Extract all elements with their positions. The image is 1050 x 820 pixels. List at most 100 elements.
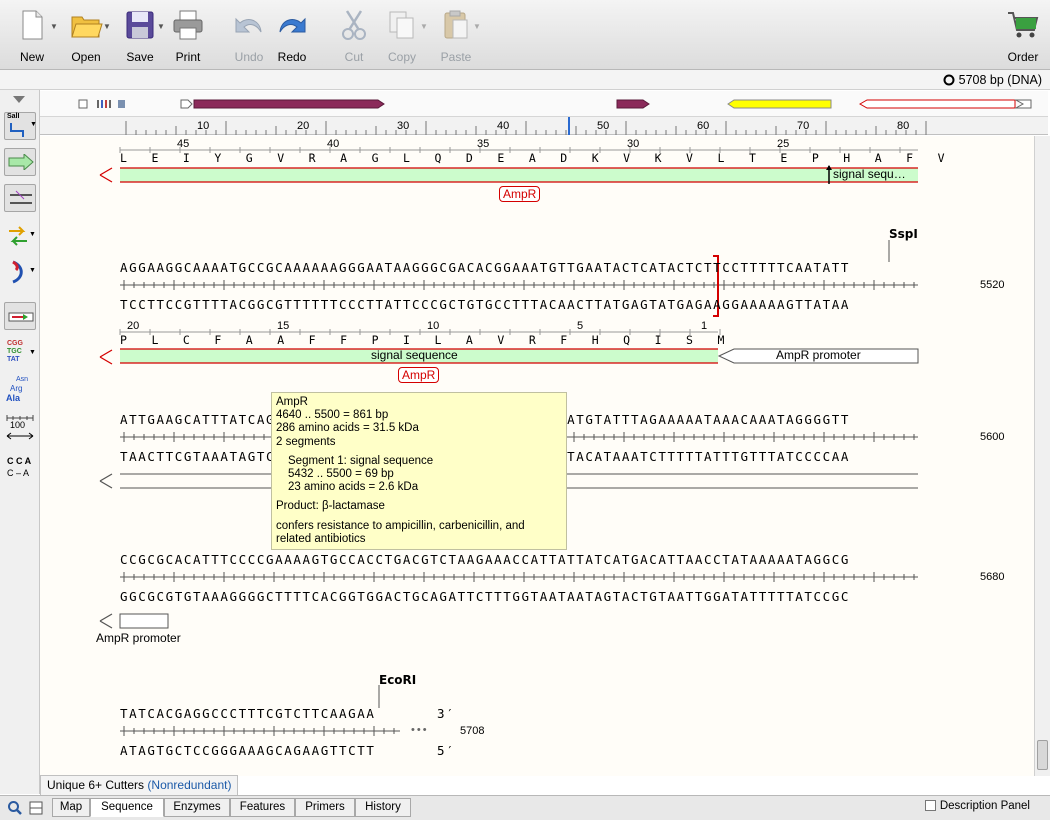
vertical-scrollbar[interactable] xyxy=(1034,136,1050,776)
ruler-label: 20 xyxy=(297,120,310,132)
arc-icon xyxy=(12,260,23,284)
aa-position-number: 5 xyxy=(577,320,584,332)
tab-sequence[interactable]: Sequence xyxy=(90,798,164,817)
ruler-tool[interactable]: 100 xyxy=(4,414,36,442)
promoter-arrowhead-3 xyxy=(99,473,113,489)
open-dropdown-icon[interactable]: ▼ xyxy=(103,22,111,31)
ampr-promoter-label-2[interactable]: AmpR promoter xyxy=(776,348,861,362)
copy-pages-icon xyxy=(389,11,414,39)
ruler-label: 50 xyxy=(597,120,610,132)
sequence-length: 5708 bp (DNA) xyxy=(943,73,1042,87)
overview-enzymes-icon xyxy=(97,100,125,108)
new-button[interactable]: New xyxy=(7,8,57,64)
tab-history[interactable]: History xyxy=(355,798,411,817)
ruler-label: 60 xyxy=(697,120,710,132)
sspi-enzyme-label[interactable]: SspI xyxy=(889,227,918,241)
features-toggle[interactable] xyxy=(4,148,36,176)
copy-button[interactable]: Copy xyxy=(377,8,427,64)
save-disk-icon xyxy=(126,11,154,39)
tab-enzymes[interactable]: Enzymes xyxy=(164,798,230,817)
ampr-tag-2[interactable]: AmpR xyxy=(398,367,440,383)
primer-icon xyxy=(8,312,34,322)
new-document-icon xyxy=(22,10,43,40)
position-number-row-2: 5520 xyxy=(980,279,1005,291)
order-button[interactable]: Order xyxy=(998,8,1048,64)
snapgene-window: New ▼ Open ▼ Save ▼ Print Undo Redo Cut … xyxy=(0,0,1050,820)
description-panel-toggle[interactable]: Description Panel xyxy=(924,800,1030,812)
primers-toggle[interactable] xyxy=(4,302,36,330)
position-number-row-3: 5600 xyxy=(980,431,1005,443)
ruler-label: 80 xyxy=(897,120,910,132)
top-strand-row-4[interactable]: CCGCGCACATTTCCCCGAAAAGTGCCACCTGACGTCTAAG… xyxy=(120,552,850,567)
tab-map[interactable]: Map xyxy=(52,798,90,817)
tab-features[interactable]: Features xyxy=(230,798,295,817)
signal-sequence-label-1[interactable]: signal sequ… xyxy=(833,167,906,181)
top-strand-row-5[interactable]: TATCACGAGGCCCTTTCGTCTTCAAGAA xyxy=(120,706,376,721)
overview-feature-promoter xyxy=(1014,99,1032,109)
aa-position-number: 35 xyxy=(477,138,490,150)
three-prime-end-label: 3′ xyxy=(437,706,456,721)
translation-row-1[interactable]: L E I Y G V R A G L Q D E A D K V K V L … xyxy=(120,151,953,165)
enzyme-sites-toggle[interactable]: SalI ▼ xyxy=(4,112,37,140)
column-ruler: 10 20 30 40 50 60 70 80 xyxy=(40,117,1048,135)
sequence-ellipsis: ••• xyxy=(411,724,429,736)
scrollbar-thumb[interactable] xyxy=(1037,740,1048,770)
overview-zoom-box[interactable] xyxy=(78,99,88,109)
amino-acid-tool[interactable]: Asn Arg Ala xyxy=(4,376,36,404)
position-number-row-4: 5680 xyxy=(980,571,1005,583)
new-dropdown-icon[interactable]: ▼ xyxy=(50,22,58,31)
ruler-label: 40 xyxy=(497,120,510,132)
ampr-tag-1[interactable]: AmpR xyxy=(499,186,541,202)
redo-arrow-icon xyxy=(279,17,306,33)
circular-topology-icon xyxy=(943,74,955,86)
translation-tool[interactable]: CGG TGC TAT ▼ xyxy=(4,340,36,368)
signal-sequence-label-2[interactable]: signal sequence xyxy=(371,348,458,362)
open-folder-icon xyxy=(71,16,103,38)
sequence-info-bar: 5708 bp (DNA) xyxy=(0,70,1050,90)
enzyme-set-selector[interactable]: Unique 6+ Cutters (Nonredundant) xyxy=(40,775,239,795)
bottom-strand-row-2[interactable]: TCCTTCCGTTTTACGGCGTTTTTTCCCTTATTCCCGCTGT… xyxy=(120,297,850,312)
circular-view-tool[interactable]: ▼ xyxy=(4,258,36,286)
search-icon[interactable] xyxy=(8,801,22,815)
orientation-tool[interactable]: ▼ xyxy=(4,222,36,250)
left-tool-column: SalI ▼ ▼ ▼ CGG TGC TAT ▼ Asn Arg Ala 100… xyxy=(0,90,40,794)
ampr-promoter-label-4[interactable]: AmpR promoter xyxy=(96,631,181,645)
print-button[interactable]: Print xyxy=(163,8,213,64)
bottom-strand-row-4[interactable]: GGCGCGTGTAAAGGGGCTTTTCACGGTGGACTGCAGATTC… xyxy=(120,589,850,604)
top-strand-row-2[interactable]: AGGAAGGCAAAATGCCGCAAAAAAGGGAATAAGGGCGACA… xyxy=(120,260,850,275)
aa-position-number: 40 xyxy=(327,138,340,150)
shopping-cart-icon xyxy=(1008,12,1039,38)
redo-button[interactable]: Redo xyxy=(267,8,317,64)
collapse-tools-icon[interactable] xyxy=(13,96,25,104)
width-arrow-icon xyxy=(6,432,34,440)
paste-button[interactable]: Paste xyxy=(431,8,481,64)
aa-position-number: 15 xyxy=(277,320,290,332)
cut-site-icon xyxy=(10,123,24,137)
cut-button[interactable]: Cut xyxy=(329,8,379,64)
tab-primers[interactable]: Primers xyxy=(295,798,355,817)
strands-toggle[interactable] xyxy=(4,184,36,212)
position-number-row-5: 5708 xyxy=(460,725,485,737)
description-panel-checkbox[interactable] xyxy=(924,800,936,811)
double-strand-icon xyxy=(10,190,32,204)
overview-features xyxy=(78,99,1032,109)
complement-tool[interactable]: C C A C – A xyxy=(4,456,36,484)
promoter-arrowhead-4 xyxy=(99,613,113,629)
ampr-arrowhead-2 xyxy=(99,349,113,365)
bottom-strand-row-5[interactable]: ATAGTGCTCCGGGAAAGCAGAAGTTCTT xyxy=(120,743,376,758)
aa-position-number: 25 xyxy=(777,138,790,150)
paste-dropdown-icon[interactable]: ▼ xyxy=(473,22,481,31)
ecori-enzyme-label[interactable]: EcoRI xyxy=(379,673,416,687)
undo-arrow-icon xyxy=(235,17,262,33)
aa-position-number: 30 xyxy=(627,138,640,150)
sequence-overview-map[interactable] xyxy=(40,91,1048,117)
copy-dropdown-icon[interactable]: ▼ xyxy=(420,22,428,31)
ampr-arrowhead-1 xyxy=(99,167,113,183)
translation-row-2[interactable]: P L C F A A F F P I L A V R F H Q I S M xyxy=(120,333,733,347)
open-button[interactable]: Open xyxy=(61,8,111,64)
save-button[interactable]: Save xyxy=(115,8,165,64)
ampr-promoter-bar-4 xyxy=(119,613,169,629)
feature-arrow-icon xyxy=(8,154,34,170)
swap-arrows-icon xyxy=(9,226,27,246)
split-view-icon[interactable] xyxy=(29,801,43,815)
